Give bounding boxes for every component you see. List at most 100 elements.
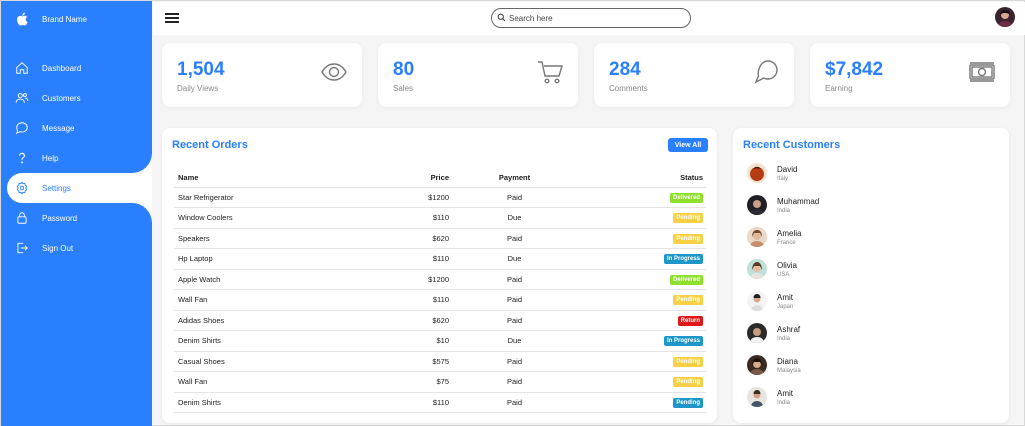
order-payment: Paid: [449, 187, 576, 208]
customer-item[interactable]: Amit India: [747, 381, 793, 413]
topbar: [153, 2, 1025, 35]
order-name: Casual Shoes: [174, 351, 324, 372]
table-row[interactable]: Window Coolers $110 Due Pending: [174, 207, 706, 229]
order-payment: Paid: [449, 228, 576, 249]
help-icon: [15, 151, 29, 165]
table-row[interactable]: Star Refrigerator $1200 Paid Delivered: [174, 187, 706, 208]
status-badge: Pending: [673, 397, 703, 408]
sidebar-item-dashboard[interactable]: Dashboard: [1, 53, 152, 83]
customer-avatar: [747, 195, 767, 215]
table-row[interactable]: Denim Shirts $110 Paid Pending: [174, 392, 706, 413]
search-input[interactable]: [509, 13, 679, 23]
brand-name: Brand Name: [42, 14, 87, 24]
order-name: Wall Fan: [174, 371, 324, 393]
order-name: Wall Fan: [174, 289, 324, 311]
sidebar-item-label: Dashboard: [42, 63, 82, 73]
sidebar-item-settings[interactable]: Settings: [7, 173, 152, 203]
customer-name: Amit: [777, 292, 793, 302]
table-row[interactable]: Adidas Shoes $620 Paid Return: [174, 310, 706, 331]
menu-toggle-icon[interactable]: [165, 13, 179, 23]
order-price: $620: [324, 228, 449, 249]
status-badge: Pending: [673, 295, 703, 306]
apple-icon: [15, 12, 29, 26]
customer-country: USA: [777, 271, 790, 278]
table-header-row: Name Price Payment Status: [174, 168, 706, 188]
customer-country: Japan: [777, 303, 794, 310]
comment-icon: [752, 58, 780, 86]
status-badge: Return: [677, 315, 703, 326]
order-payment: Paid: [449, 310, 576, 331]
view-all-button[interactable]: View All: [668, 138, 708, 152]
order-price: $75: [324, 371, 449, 393]
table-row[interactable]: Apple Watch $1200 Paid Delivered: [174, 269, 706, 290]
sidebar-item-sign-out[interactable]: Sign Out: [1, 233, 152, 263]
chat-icon: [15, 121, 29, 135]
sign-out-icon: [15, 241, 29, 255]
table-row[interactable]: Speakers $620 Paid Pending: [174, 228, 706, 249]
sidebar-item-label: Help: [42, 153, 59, 163]
order-payment: Due: [449, 248, 576, 270]
order-payment: Due: [449, 330, 576, 352]
order-payment: Paid: [449, 392, 576, 413]
customer-name: Muhammad: [777, 196, 820, 206]
brand[interactable]: Brand Name: [15, 11, 87, 27]
order-price: $110: [324, 392, 449, 413]
stat-label: Earning: [825, 84, 853, 93]
sidebar-item-message[interactable]: Message: [1, 113, 152, 143]
order-payment: Paid: [449, 371, 576, 393]
table-row[interactable]: Wall Fan $75 Paid Pending: [174, 371, 706, 393]
customer-avatar: [747, 163, 767, 183]
table-row[interactable]: Casual Shoes $575 Paid Pending: [174, 351, 706, 372]
stat-card-comments[interactable]: 284 Comments: [594, 43, 794, 107]
order-price: $10: [324, 330, 449, 352]
sidebar-item-password[interactable]: Password: [1, 203, 152, 233]
stat-value: 80: [393, 59, 415, 80]
customer-item[interactable]: Amelia France: [747, 221, 801, 253]
order-payment: Paid: [449, 269, 576, 290]
recent-orders-title: Recent Orders: [172, 139, 248, 151]
search-box[interactable]: [491, 8, 691, 28]
column-header-payment: Payment: [449, 168, 576, 188]
status-badge: In Progress: [663, 254, 703, 265]
customer-name: Diana: [777, 356, 798, 366]
sidebar-item-customers[interactable]: Customers: [1, 83, 152, 113]
customer-avatar: [747, 227, 767, 247]
table-row[interactable]: Wall Fan $110 Paid Pending: [174, 289, 706, 311]
stat-label: Comments: [609, 84, 648, 93]
customer-country: India: [777, 207, 791, 214]
stat-value: 284: [609, 59, 641, 80]
search-icon: [497, 9, 506, 27]
sidebar-item-label: Password: [42, 213, 78, 223]
users-icon: [15, 91, 29, 105]
customer-item[interactable]: Amit Japan: [747, 285, 793, 317]
customer-item[interactable]: Olivia USA: [747, 253, 797, 285]
customer-country: India: [777, 399, 791, 406]
order-payment: Due: [449, 207, 576, 229]
customer-item[interactable]: Ashraf India: [747, 317, 800, 349]
status-badge: Pending: [673, 377, 703, 388]
money-icon: [968, 58, 996, 86]
customer-name: Ashraf: [777, 324, 801, 334]
stat-card-earning[interactable]: $7,842 Earning: [810, 43, 1010, 107]
sidebar-item-label: Settings: [42, 183, 71, 193]
status-badge: Delivered: [669, 192, 703, 203]
sidebar: Brand Name Dashboard Customers Message H…: [1, 1, 152, 426]
stat-label: Sales: [393, 84, 414, 93]
stat-card-daily-views[interactable]: 1,504 Daily Views: [162, 43, 362, 107]
customer-avatar: [747, 355, 767, 375]
order-name: Hp Laptop: [174, 248, 324, 270]
user-avatar[interactable]: [995, 7, 1015, 27]
order-name: Star Refrigerator: [174, 187, 324, 208]
sidebar-item-help[interactable]: Help: [1, 143, 152, 173]
status-badge: In Progress: [663, 336, 703, 347]
table-row[interactable]: Hp Laptop $110 Due In Progress: [174, 248, 706, 270]
customer-country: France: [777, 239, 796, 246]
table-row[interactable]: Denim Shirts $10 Due In Progress: [174, 330, 706, 352]
order-price: $620: [324, 310, 449, 331]
customer-item[interactable]: Muhammad India: [747, 189, 819, 221]
customer-item[interactable]: Diana Malaysia: [747, 349, 801, 381]
recent-customers-panel: Recent Customers David Italy Muhammad Indi…: [733, 128, 1009, 423]
stat-card-sales[interactable]: 80 Sales: [378, 43, 578, 107]
customer-item[interactable]: David Italy: [747, 157, 797, 189]
settings-icon: [15, 181, 29, 195]
